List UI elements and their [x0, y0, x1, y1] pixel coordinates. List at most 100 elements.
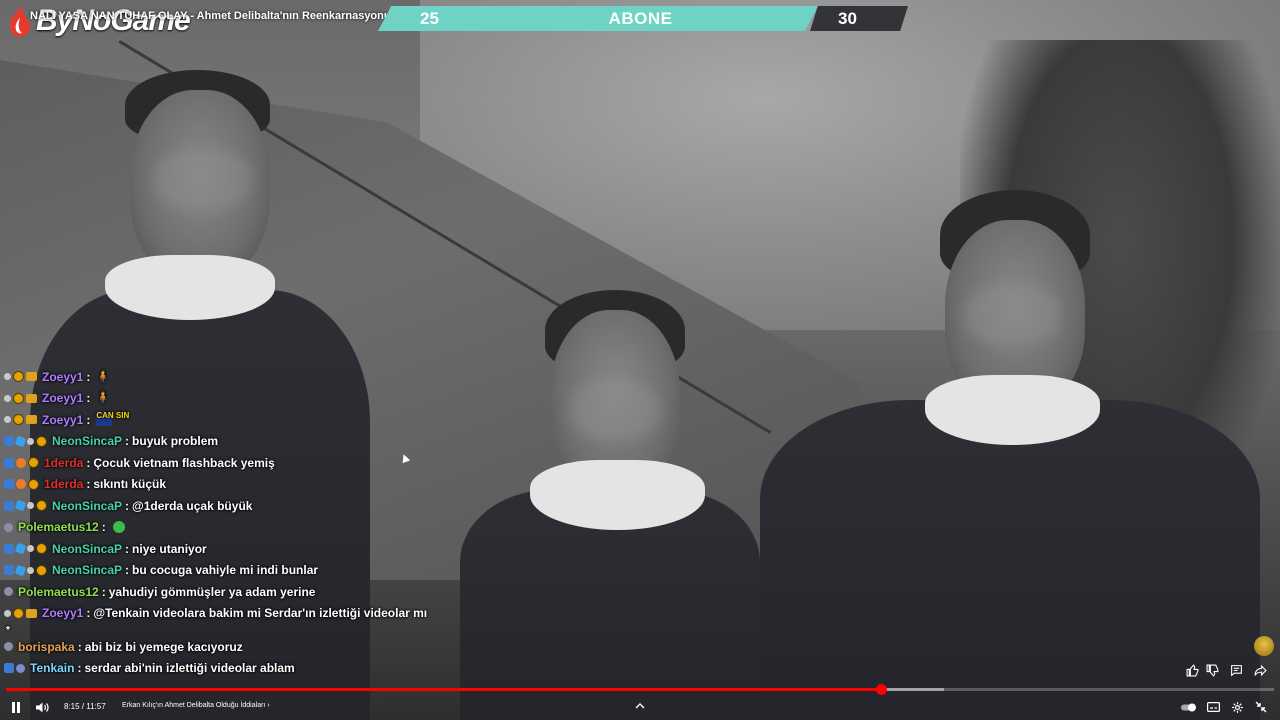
card-badge-icon: [26, 372, 37, 382]
gold-badge-icon: [13, 607, 24, 619]
sq-badge-icon: [4, 543, 14, 554]
chat-username[interactable]: NeonSincaP: [52, 499, 122, 513]
like-icon[interactable]: [1182, 660, 1202, 680]
chat-message: Zoeyy1: @Tenkain videolara bakim mi Serda…: [4, 603, 524, 625]
settings-button[interactable]: [1228, 698, 1246, 716]
toggle-icon: [1181, 703, 1196, 711]
sq-badge-icon: [4, 479, 14, 490]
dot-badge-icon: [4, 394, 11, 402]
chat-overlay: Zoeyy1: 🧍 Zoeyy1: 🧍 Zoeyy1: CAN SIN NeonSincaP…: [4, 366, 524, 679]
chat-message: 1derda: Çocuk vietnam flashback yemiş: [4, 452, 524, 474]
chat-separator: :: [125, 434, 130, 449]
grey-badge-icon: [4, 587, 13, 597]
video-progress-bar[interactable]: [6, 684, 1274, 695]
chat-separator: :: [125, 541, 130, 556]
gold-badge-icon: [36, 500, 47, 512]
dislike-icon[interactable]: [1202, 660, 1222, 680]
chevron-right-icon: ›: [267, 702, 270, 709]
chat-message: *: [4, 624, 524, 636]
chat-username[interactable]: NeonSincaP: [52, 434, 122, 448]
chat-username[interactable]: 1derda: [44, 477, 83, 491]
grey-badge-icon: [4, 642, 13, 652]
chat-separator: :: [77, 639, 82, 654]
chat-username[interactable]: NeonSincaP: [52, 542, 122, 556]
chat-separator: :: [101, 520, 106, 535]
chat-message: NeonSincaP: bu cocuga vahiyle mi indi bun…: [4, 560, 524, 582]
time-display: 8:15 / 11:57: [64, 702, 106, 711]
chat-username[interactable]: Zoeyy1: [42, 391, 83, 405]
cube-badge-icon: [14, 499, 27, 512]
gear-icon: [1231, 701, 1243, 713]
card-badge-icon: [26, 608, 37, 618]
fullscreen-exit-button[interactable]: [1252, 698, 1270, 716]
dot-badge-icon: [27, 545, 34, 553]
chevron-up-icon[interactable]: [634, 700, 646, 712]
pause-icon: [12, 701, 20, 713]
captions-icon: [1206, 702, 1220, 712]
chat-username[interactable]: Polemaetus12: [18, 520, 99, 534]
chat-text: sıkıntı küçük: [93, 477, 167, 492]
chat-text: @1derda uçak büyük: [132, 498, 253, 513]
chat-message: Polemaetus12:: [4, 517, 524, 539]
collapse-icon: [1255, 701, 1267, 713]
chat-message: Zoeyy1: 🧍: [4, 388, 524, 410]
sq-badge-icon: [4, 436, 14, 447]
chat-text: bu cocuga vahiyle mi indi bunlar: [132, 563, 319, 578]
can-sin-emote-icon: CAN SIN: [96, 412, 129, 427]
subscriber-goal-label: ABONE: [608, 9, 673, 28]
sq-badge-icon: [4, 565, 14, 576]
orange-badge-icon: [16, 457, 26, 468]
chat-username[interactable]: Polemaetus12: [18, 585, 99, 599]
chat-username[interactable]: Tenkain: [30, 661, 74, 675]
chat-separator: :: [86, 455, 91, 470]
chat-username[interactable]: 1derda: [44, 456, 83, 470]
chat-username[interactable]: NeonSincaP: [52, 563, 122, 577]
chat-message: Zoeyy1: CAN SIN: [4, 409, 524, 431]
chat-message: Tenkain: serdar abi'nin izlettiği videola…: [4, 658, 524, 680]
pause-button[interactable]: [8, 698, 24, 716]
subscriber-goal-bar: ABONE 25 30: [378, 6, 908, 31]
dot-badge-icon: [4, 373, 11, 381]
chat-username[interactable]: borispaka: [18, 640, 75, 654]
chat-message: NeonSincaP: @1derda uçak büyük: [4, 495, 524, 517]
gold-badge-icon: [28, 457, 39, 469]
man-emote-icon: 🧍: [96, 392, 111, 405]
chat-separator: :: [86, 412, 91, 427]
chat-separator: :: [125, 563, 130, 578]
avatar[interactable]: [1254, 636, 1274, 656]
chat-text: buyuk problem: [132, 434, 219, 449]
gold-badge-icon: [28, 478, 39, 490]
video-actions: [1180, 660, 1280, 682]
chat-message: NeonSincaP: buyuk problem: [4, 431, 524, 453]
cube-badge-icon: [14, 435, 27, 448]
chat-message: NeonSincaP: niye utaniyor: [4, 538, 524, 560]
blue2-badge-icon: [16, 663, 25, 673]
green-emote-icon: [112, 521, 125, 534]
dot-badge-icon: [27, 437, 34, 445]
subscriber-count-goal: 30: [838, 9, 857, 28]
subtitles-button[interactable]: [1204, 698, 1222, 716]
autoplay-toggle[interactable]: [1180, 698, 1198, 716]
comments-icon[interactable]: [1226, 660, 1246, 680]
gold-badge-icon: [36, 564, 47, 576]
sq-badge-icon: [4, 663, 14, 674]
chat-text: @Tenkain videolara bakim mi Serdar'ın iz…: [93, 606, 428, 621]
cube-badge-icon: [14, 542, 27, 555]
volume-button[interactable]: [33, 698, 51, 716]
chat-message: Zoeyy1: 🧍: [4, 366, 524, 388]
progress-played: [6, 688, 881, 691]
chat-separator: :: [125, 498, 130, 513]
chat-separator: :: [101, 584, 106, 599]
gold-badge-icon: [36, 435, 47, 447]
chapter-title[interactable]: Erkan Kılıç'ın Ahmet Delibalta Olduğu İd…: [122, 702, 270, 709]
share-icon[interactable]: [1250, 660, 1270, 680]
cube-badge-icon: [14, 564, 27, 577]
video-title: NALI YASA NAN TUHAF OLAY - Ahmet Delibal…: [30, 10, 391, 22]
dot-badge-icon: [27, 566, 34, 574]
chat-username[interactable]: Zoeyy1: [42, 370, 83, 384]
chat-username[interactable]: Zoeyy1: [42, 413, 83, 427]
chat-text: Çocuk vietnam flashback yemiş: [93, 455, 275, 470]
orange-badge-icon: [16, 479, 26, 490]
gold-badge-icon: [13, 414, 24, 426]
chat-username[interactable]: Zoeyy1: [42, 606, 83, 620]
